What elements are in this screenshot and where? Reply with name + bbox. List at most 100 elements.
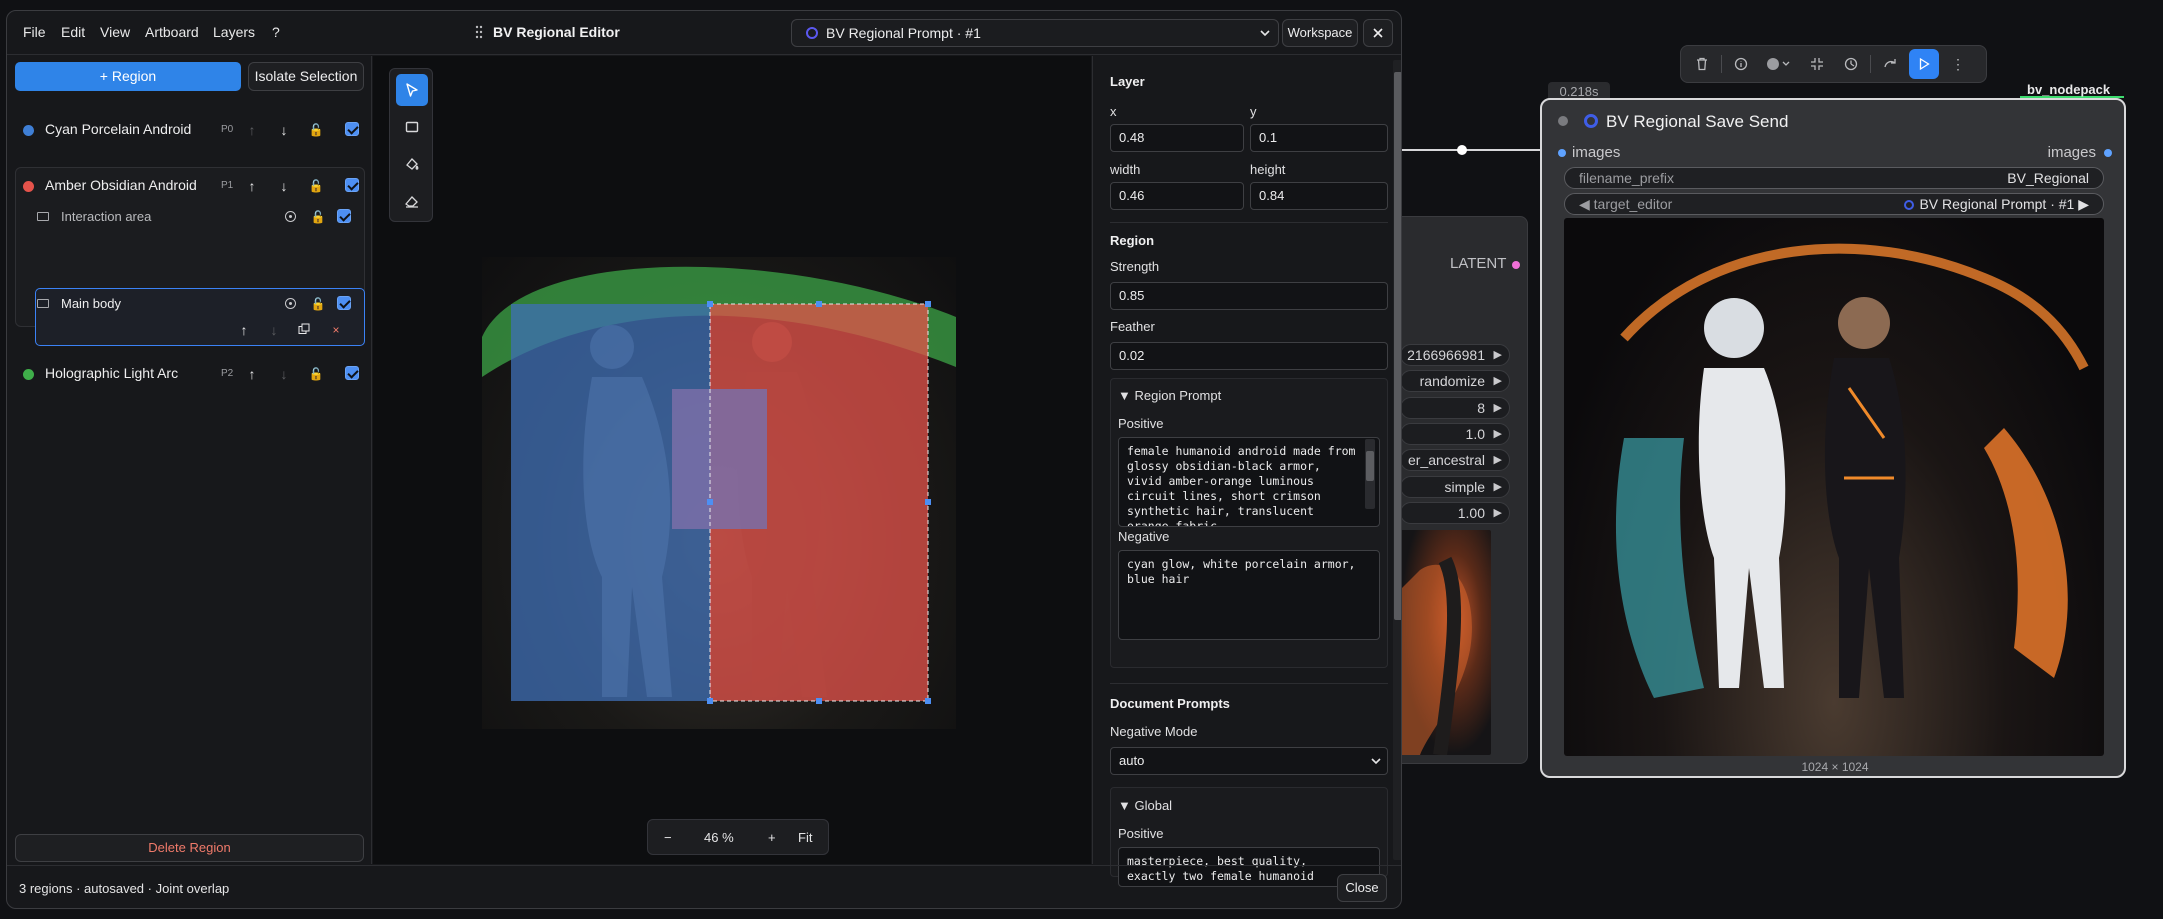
menu-layers[interactable]: Layers <box>213 24 255 40</box>
lock-open-icon[interactable]: 🔓 <box>309 294 327 314</box>
output-image <box>1564 218 2104 756</box>
lock-open-icon[interactable]: 🔓 <box>309 207 327 227</box>
menu-help[interactable]: ? <box>272 24 280 40</box>
link-midpoint[interactable] <box>1457 145 1467 155</box>
lock-open-icon[interactable]: 🔓 <box>307 364 325 384</box>
visibility-checkbox[interactable] <box>345 122 359 136</box>
height-input[interactable]: 0.84 <box>1250 182 1388 210</box>
scheduler-widget[interactable]: simple ▶ <box>1400 476 1510 498</box>
trash-icon[interactable] <box>1687 49 1717 79</box>
inspector-scrollbar[interactable] <box>1393 60 1401 860</box>
duplicate-icon[interactable] <box>295 320 313 340</box>
width-input[interactable]: 0.46 <box>1110 182 1244 210</box>
region-name: Amber Obsidian Android <box>45 177 197 193</box>
artboard[interactable] <box>482 257 956 729</box>
eraser-tool[interactable] <box>396 185 428 217</box>
region-row-p1[interactable]: Amber Obsidian Android P1 ↑ ↓ 🔓 <box>15 172 365 200</box>
fit-button[interactable]: Fit <box>798 830 812 845</box>
menu-view[interactable]: View <box>100 24 130 40</box>
eye-icon[interactable] <box>285 211 296 222</box>
filename-prefix-widget[interactable]: filename_prefix BV_Regional <box>1564 167 2104 189</box>
y-input[interactable]: 0.1 <box>1250 124 1388 152</box>
menu-file[interactable]: File <box>23 24 46 40</box>
images-output-slot[interactable]: images <box>2048 144 2113 161</box>
denoise-value: 1.00 <box>1457 505 1485 521</box>
move-down-icon[interactable]: ↓ <box>275 120 293 140</box>
lock-open-icon[interactable]: 🔓 <box>307 120 325 140</box>
visibility-checkbox[interactable] <box>337 209 351 223</box>
color-picker-icon[interactable] <box>1760 49 1798 79</box>
seed-widget[interactable]: 2166966981 ▶ <box>1400 344 1510 366</box>
move-down-icon[interactable]: ↓ <box>275 176 293 196</box>
visibility-checkbox[interactable] <box>345 366 359 380</box>
move-up-icon[interactable]: ↑ <box>235 320 253 340</box>
sublayer-row-interaction-area[interactable]: Interaction area 🔓 <box>27 203 357 231</box>
bv-logo-icon <box>1584 114 1598 128</box>
zoom-out-button[interactable]: − <box>664 830 672 845</box>
region-tag: P1 <box>221 180 234 191</box>
region-prompt-toggle[interactable]: ▼ Region Prompt <box>1118 388 1221 403</box>
control-after-generate-widget[interactable]: randomize ▶ <box>1400 370 1510 392</box>
move-down-icon[interactable]: ↓ <box>275 364 293 384</box>
visibility-checkbox[interactable] <box>337 296 351 310</box>
negative-prompt-textarea[interactable]: cyan glow, white porcelain armor, blue h… <box>1118 550 1380 640</box>
seed-value: 2166966981 <box>1407 347 1485 363</box>
close-modal-button[interactable] <box>1363 19 1393 47</box>
lock-open-icon[interactable]: 🔓 <box>307 176 325 196</box>
textarea-scrollbar[interactable] <box>1365 439 1375 509</box>
zoom-in-button[interactable]: + <box>768 830 776 845</box>
global-toggle[interactable]: ▼ Global <box>1118 798 1172 813</box>
steps-widget[interactable]: 8 ▶ <box>1400 397 1510 419</box>
node-toolbar: ⋮ <box>1680 45 1987 83</box>
feather-input[interactable]: 0.02 <box>1110 342 1388 370</box>
visibility-checkbox[interactable] <box>345 178 359 192</box>
play-icon[interactable] <box>1909 49 1939 79</box>
triangle-right-icon: ▶ <box>1493 428 1502 440</box>
images-input-slot[interactable]: images <box>1558 144 1620 161</box>
add-region-button[interactable]: + Region <box>15 62 241 91</box>
node-collapse-dot[interactable] <box>1558 116 1568 126</box>
strength-input[interactable]: 0.85 <box>1110 282 1388 310</box>
sampler-widget[interactable]: er_ancestral ▶ <box>1400 449 1510 471</box>
collapse-icon[interactable] <box>1802 49 1832 79</box>
scrollbar-thumb[interactable] <box>1366 451 1374 481</box>
rectangle-tool[interactable] <box>396 111 428 143</box>
menu-edit[interactable]: Edit <box>61 24 85 40</box>
zoom-level: 46 % <box>704 830 734 845</box>
fill-tool[interactable] <box>396 148 428 180</box>
eye-icon[interactable] <box>285 298 296 309</box>
isolate-selection-button[interactable]: Isolate Selection <box>248 62 364 91</box>
artboard-canvas[interactable]: − 46 % + Fit <box>373 56 1091 864</box>
move-down-icon[interactable]: ↓ <box>265 320 283 340</box>
more-icon[interactable]: ⋮ <box>1943 49 1973 79</box>
target-editor-widget[interactable]: ◀ target_editor BV Regional Prompt · #1 … <box>1564 193 2104 215</box>
region-name: Holographic Light Arc <box>45 365 179 381</box>
select-tool[interactable] <box>396 74 428 106</box>
delete-sublayer-icon[interactable]: × <box>327 320 345 340</box>
prompt-node-select[interactable]: BV Regional Prompt · #1 <box>791 19 1279 47</box>
x-input[interactable]: 0.48 <box>1110 124 1244 152</box>
redo-icon[interactable] <box>1875 49 1905 79</box>
close-button[interactable]: Close <box>1337 874 1387 902</box>
move-up-icon[interactable]: ↑ <box>243 176 261 196</box>
drag-grip-icon[interactable] <box>475 25 483 39</box>
negative-mode-select[interactable]: auto <box>1110 747 1388 775</box>
link-wire <box>1402 149 1548 151</box>
delete-region-button[interactable]: Delete Region <box>15 834 364 862</box>
move-up-icon[interactable]: ↑ <box>243 120 261 140</box>
move-up-icon[interactable]: ↑ <box>243 364 261 384</box>
menu-artboard[interactable]: Artboard <box>145 24 199 40</box>
scrollbar-thumb[interactable] <box>1394 72 1401 620</box>
denoise-widget[interactable]: 1.00 ▶ <box>1400 502 1510 524</box>
cfg-widget[interactable]: 1.0 ▶ <box>1400 423 1510 445</box>
region-row-p2[interactable]: Holographic Light Arc P2 ↑ ↓ 🔓 <box>15 360 365 388</box>
region-row-p0[interactable]: Cyan Porcelain Android P0 ↑ ↓ 🔓 <box>15 116 365 144</box>
workspace-button[interactable]: Workspace <box>1282 19 1358 47</box>
latent-output-slot[interactable] <box>1512 261 1520 269</box>
sublayer-row-main-body[interactable]: Main body 🔓 <box>27 290 357 318</box>
positive-prompt-textarea[interactable]: female humanoid android made from glossy… <box>1118 437 1380 527</box>
save-send-node[interactable]: BV Regional Save Send images images file… <box>1540 98 2126 778</box>
info-icon[interactable] <box>1726 49 1756 79</box>
cursor-arrow-icon <box>406 83 418 97</box>
bypass-icon[interactable] <box>1836 49 1866 79</box>
